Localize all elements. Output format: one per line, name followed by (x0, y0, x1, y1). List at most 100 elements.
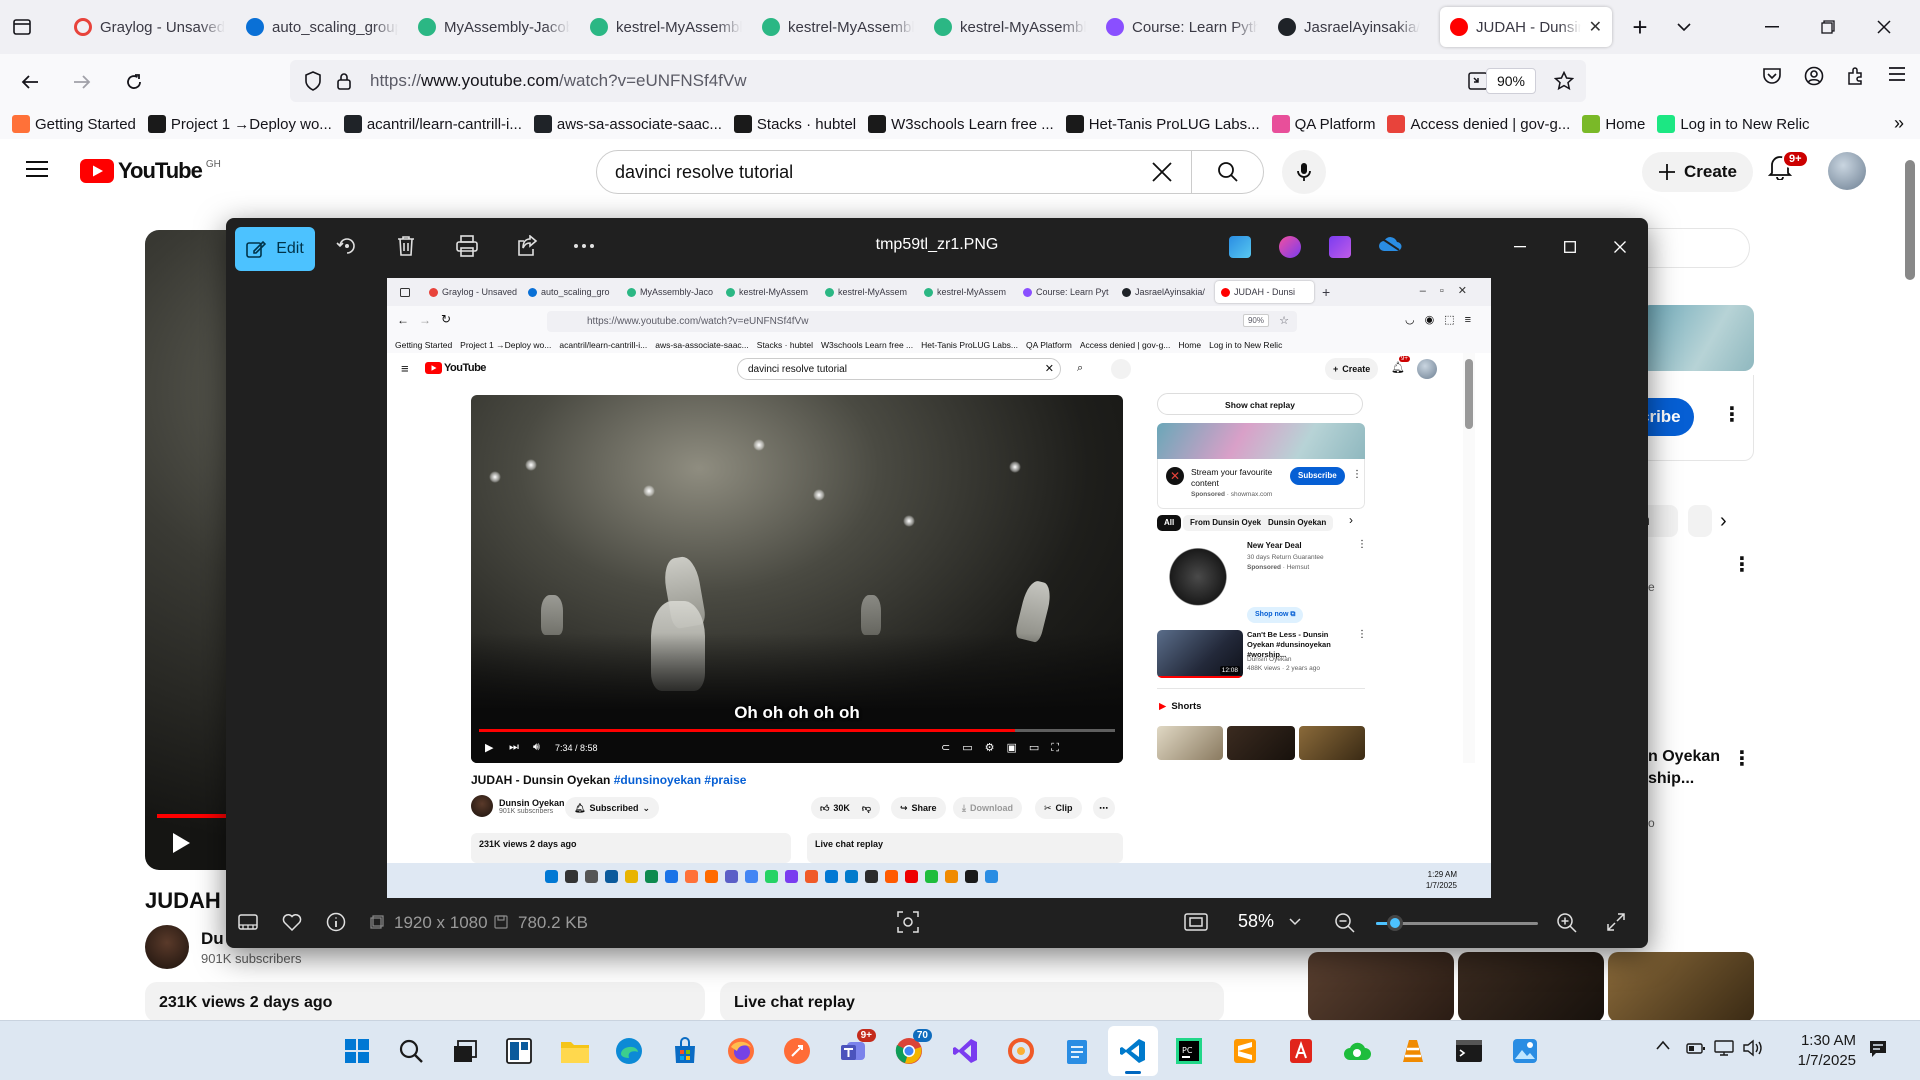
clear-search-icon[interactable] (1151, 161, 1173, 183)
bookmark-item[interactable]: Het-Tanis ProLUG Labs... (1065, 115, 1260, 133)
system-clock[interactable]: 1:30 AM 1/7/2025 (1798, 1031, 1856, 1071)
file-explorer-icon[interactable] (558, 1034, 592, 1068)
tracking-protection-icon[interactable] (304, 71, 322, 91)
browser-tab[interactable]: kestrel-MyAssembly (580, 7, 752, 47)
close-tab-icon[interactable]: ✕ (1589, 17, 1602, 37)
widgets-icon[interactable] (502, 1034, 536, 1068)
recommended-more-icon[interactable]: ⋮ (1732, 746, 1752, 771)
video-progress-bar[interactable] (157, 814, 237, 818)
fullscreen-icon[interactable] (1606, 912, 1626, 932)
start-menu-icon[interactable] (340, 1034, 374, 1068)
photos-icon[interactable] (1508, 1034, 1542, 1068)
clipchamp-app-icon[interactable] (1329, 236, 1351, 258)
short-thumbnail-1[interactable] (1308, 952, 1454, 1020)
app-menu-icon[interactable] (1888, 66, 1906, 82)
teams-icon[interactable]: 9+ (836, 1029, 876, 1068)
search-button[interactable] (1191, 150, 1263, 194)
zoom-indicator[interactable]: 90% (1485, 68, 1536, 94)
displayed-screenshot[interactable]: Graylog - Unsaved auto_scaling_gro MyAssem… (387, 278, 1491, 898)
bookmark-item[interactable]: aws-sa-associate-saac... (533, 115, 722, 133)
notepad-icon[interactable] (1060, 1034, 1094, 1068)
browser-tab[interactable]: auto_scaling_group (236, 7, 408, 47)
pycharm-icon[interactable]: PC (1172, 1034, 1206, 1068)
visual-studio-icon[interactable] (948, 1034, 982, 1068)
back-button[interactable] (8, 60, 52, 104)
description-box[interactable]: 231K views 2 days ago (145, 982, 705, 1020)
search-box[interactable]: davinci resolve tutorial (596, 150, 1264, 194)
user-avatar[interactable] (1828, 152, 1866, 190)
zoom-slider-knob[interactable] (1387, 915, 1404, 931)
youtube-logo[interactable]: YouTube GH (80, 158, 221, 184)
chrome-icon[interactable]: 70 (892, 1029, 932, 1068)
zoom-dropdown-chevron-icon[interactable] (1289, 918, 1301, 926)
list-all-tabs-icon[interactable] (1662, 0, 1706, 54)
zoom-percent[interactable]: 58% (1238, 911, 1274, 932)
recommended-title-line2[interactable]: ship... (1648, 770, 1694, 788)
bookmarks-overflow-icon[interactable]: » (1894, 113, 1904, 134)
postman-icon[interactable] (780, 1034, 814, 1068)
battery-icon[interactable] (1686, 1041, 1706, 1055)
network-icon[interactable] (1714, 1040, 1734, 1056)
short-thumbnail-3[interactable] (1608, 952, 1754, 1020)
bookmark-star-icon[interactable] (1554, 71, 1574, 91)
visual-search-icon[interactable] (897, 911, 919, 933)
microsoft-store-icon[interactable] (668, 1034, 702, 1068)
grafana-icon[interactable] (1004, 1034, 1038, 1068)
account-icon[interactable] (1804, 66, 1824, 86)
firefox-view-icon[interactable] (0, 0, 44, 54)
edge-icon[interactable] (612, 1034, 646, 1068)
firefox-icon[interactable] (724, 1034, 758, 1068)
bookmark-item[interactable]: Log in to New Relic (1657, 115, 1810, 133)
close-window-button[interactable] (1856, 0, 1912, 54)
browser-tab[interactable]: JasraelAyinsakia/ (1268, 7, 1440, 47)
ad-banner-image[interactable] (1640, 305, 1754, 371)
browser-tab[interactable]: kestrel-MyAssembly (924, 7, 1096, 47)
volume-icon[interactable] (1742, 1039, 1764, 1057)
extensions-icon[interactable] (1846, 66, 1866, 86)
play-icon[interactable] (171, 832, 191, 854)
bookmark-item[interactable]: Stacks · hubtel (733, 115, 856, 133)
viewer-maximize-button[interactable] (1550, 232, 1590, 262)
voice-search-button[interactable] (1282, 150, 1326, 194)
viewer-close-button[interactable] (1600, 232, 1640, 262)
viewer-minimize-button[interactable] (1500, 232, 1540, 262)
zoom-slider[interactable] (1376, 915, 1538, 931)
chevron-right-icon[interactable]: › (1720, 510, 1727, 533)
pocket-icon[interactable] (1762, 66, 1782, 86)
restore-button[interactable] (1800, 0, 1856, 54)
zoom-out-icon[interactable] (1334, 912, 1356, 934)
vlc-icon[interactable] (1396, 1034, 1430, 1068)
hamburger-menu-icon[interactable] (26, 160, 48, 178)
product-more-icon[interactable]: ⋮ (1732, 552, 1752, 577)
acrobat-icon[interactable] (1284, 1034, 1318, 1068)
bookmark-item[interactable]: Home (1582, 115, 1645, 133)
search-input[interactable]: davinci resolve tutorial (615, 162, 793, 183)
terminal-icon[interactable] (1452, 1034, 1486, 1068)
channel-avatar[interactable] (145, 925, 189, 969)
live-chat-box[interactable]: Live chat replay (720, 982, 1224, 1020)
browser-tab[interactable]: Graylog - Unsaved (64, 7, 236, 47)
notification-center-icon[interactable] (1868, 1039, 1888, 1059)
bookmark-item[interactable]: Project 1 →Deploy wo... (147, 115, 332, 133)
vscode-icon[interactable] (1116, 1034, 1150, 1068)
bookmark-item[interactable]: QA Platform (1271, 115, 1375, 133)
show-hidden-icons-chevron[interactable] (1656, 1040, 1670, 1050)
taskbar-search-icon[interactable] (394, 1034, 428, 1068)
browser-tab[interactable]: MyAssembly-Jacob (408, 7, 580, 47)
forward-button[interactable] (60, 60, 104, 104)
address-bar[interactable]: https://www.youtube.com/watch?v=eUNFNSf4… (290, 60, 1586, 102)
info-icon[interactable] (326, 912, 346, 932)
url-text[interactable]: https://www.youtube.com/watch?v=eUNFNSf4… (370, 71, 747, 91)
bookmark-item[interactable]: acantril/learn-cantrill-i... (343, 115, 522, 133)
favorite-heart-icon[interactable] (282, 913, 302, 931)
page-scrollbar[interactable] (1900, 140, 1920, 1020)
create-button[interactable]: Create (1642, 152, 1753, 192)
designer-app-icon[interactable] (1279, 236, 1301, 258)
minimize-button[interactable] (1744, 0, 1800, 54)
photos-app-icon[interactable] (1229, 236, 1251, 258)
bookmark-item[interactable]: W3schools Learn free ... (868, 115, 1054, 133)
zoom-in-icon[interactable] (1556, 912, 1578, 934)
bookmark-item[interactable]: Access denied | gov-g... (1387, 115, 1570, 133)
tab-active[interactable]: JUDAH - Dunsin ✕ (1440, 7, 1612, 47)
browser-tab[interactable]: kestrel-MyAssembly (752, 7, 924, 47)
